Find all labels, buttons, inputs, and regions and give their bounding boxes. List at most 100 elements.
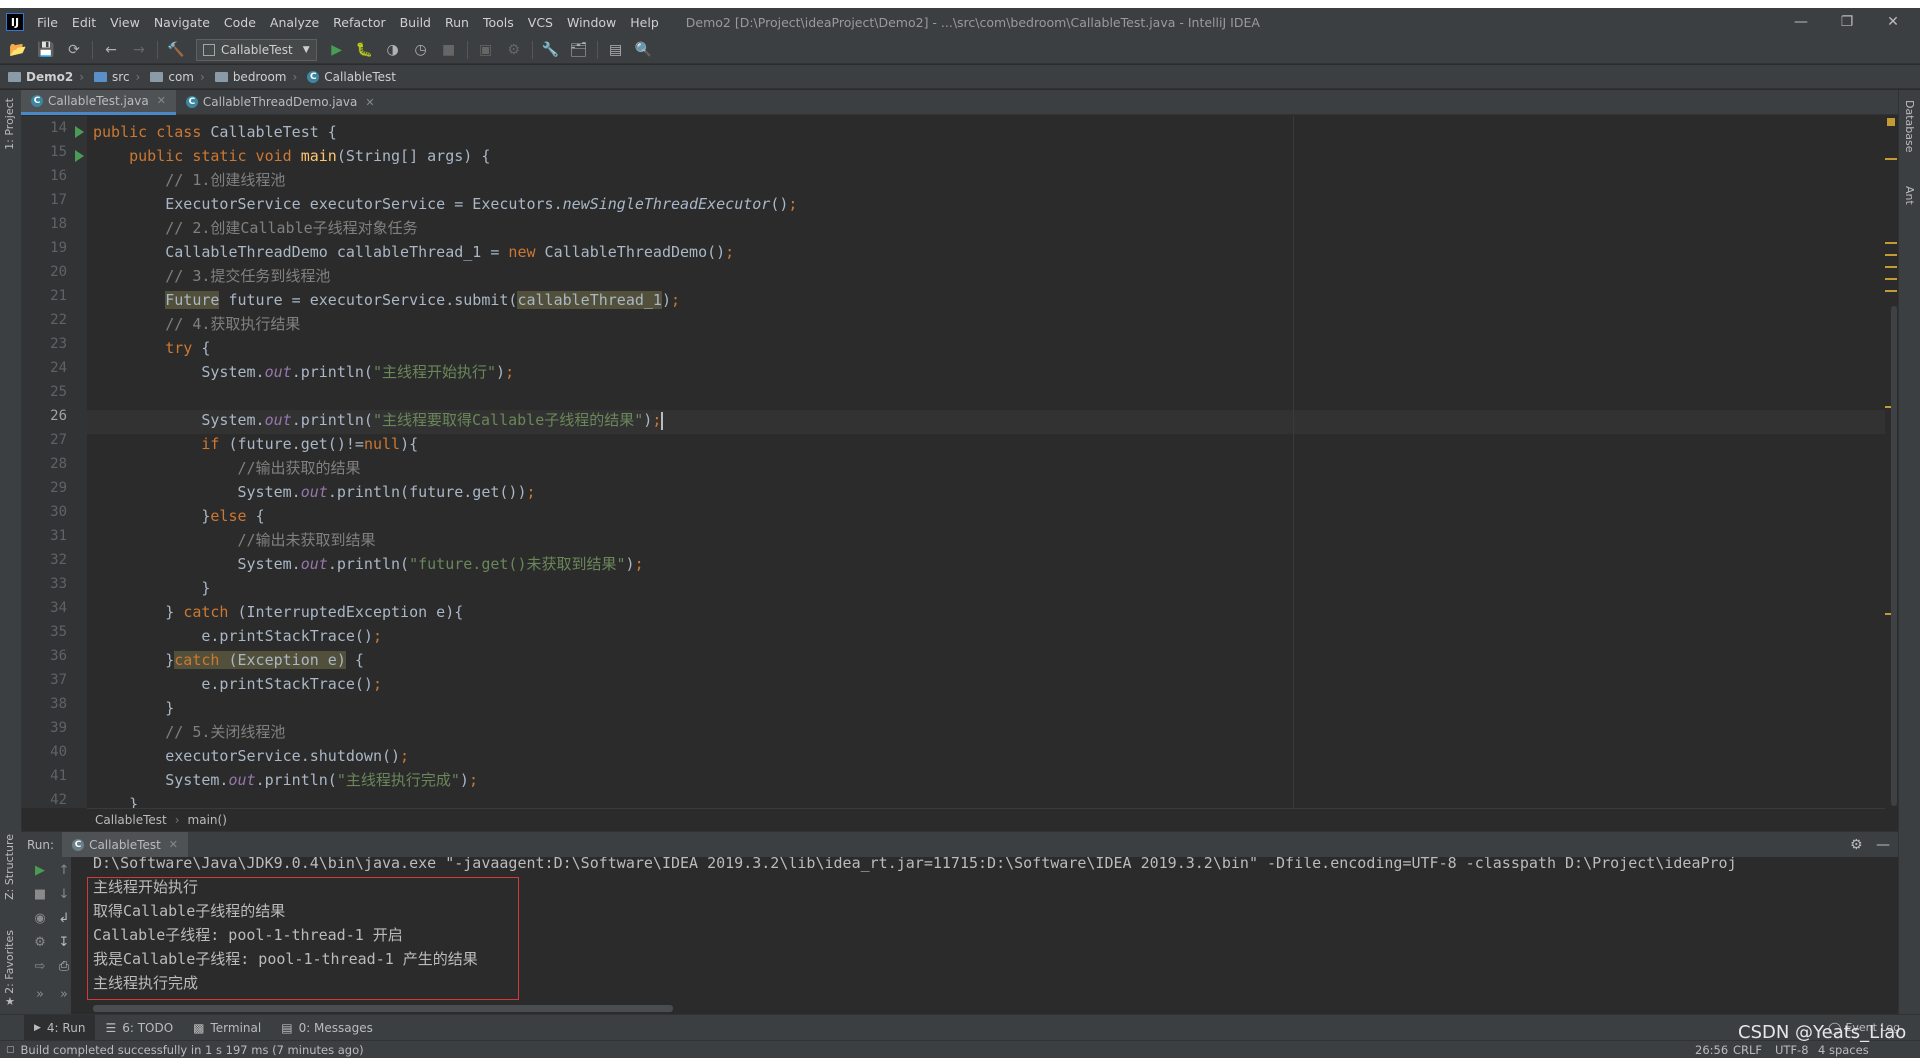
line-number: 27: [50, 432, 67, 448]
code-line: CallableThreadDemo callableThread_1 = ne…: [93, 243, 735, 261]
code-crumb-class[interactable]: CallableTest: [95, 813, 167, 827]
profile-icon[interactable]: ◷: [410, 39, 432, 61]
project-tool-button[interactable]: 1: Project: [3, 98, 16, 150]
warning-mark[interactable]: [1885, 278, 1897, 280]
status-message[interactable]: Build completed successfully in 1 s 197 …: [21, 1043, 364, 1057]
menu-file[interactable]: File: [30, 15, 65, 30]
code-line: }: [93, 699, 175, 717]
warning-mark[interactable]: [1885, 290, 1897, 292]
line-number: 36: [50, 648, 67, 664]
attach-debugger-icon[interactable]: ▣: [475, 39, 497, 61]
folder-icon: [94, 71, 108, 82]
tool-window-terminal[interactable]: ▩ Terminal: [183, 1015, 271, 1041]
forward-icon[interactable]: →: [128, 39, 150, 61]
minimize-icon[interactable]: —: [1778, 8, 1824, 36]
warning-mark[interactable]: [1885, 254, 1897, 256]
menu-edit[interactable]: Edit: [65, 15, 103, 30]
toolbar-separator: [596, 40, 598, 59]
class-icon: C: [307, 70, 320, 83]
run-gutter-icon[interactable]: [75, 126, 84, 138]
close-icon[interactable]: ✕: [169, 838, 178, 851]
search-icon[interactable]: 🔍: [633, 39, 655, 61]
run-with-coverage-icon[interactable]: ◑: [382, 39, 404, 61]
line-number: 29: [50, 480, 67, 496]
run-icon[interactable]: ▶: [326, 39, 348, 61]
tab-callablethreaddemo[interactable]: C CallableThreadDemo.java ✕: [176, 90, 385, 115]
save-all-icon[interactable]: 💾: [35, 39, 57, 61]
close-icon[interactable]: ✕: [365, 96, 374, 109]
run-tab-callabletest[interactable]: C CallableTest ✕: [62, 831, 188, 858]
menu-view[interactable]: View: [103, 15, 147, 30]
menu-refactor[interactable]: Refactor: [326, 15, 392, 30]
coverage-icon[interactable]: ⚙: [503, 39, 525, 61]
horizontal-scrollbar[interactable]: [93, 1005, 673, 1012]
breadcrumb-item-com[interactable]: com ›: [150, 70, 210, 84]
line-number: 23: [50, 336, 67, 352]
close-icon[interactable]: ✕: [1870, 8, 1916, 36]
open-folder-icon[interactable]: 📂: [7, 39, 29, 61]
build-hammer-icon[interactable]: 🔨: [165, 39, 187, 61]
line-number: 42: [50, 792, 67, 808]
warning-mark[interactable]: [1885, 158, 1897, 160]
tool-window-run[interactable]: ▶ 4: Run: [24, 1014, 96, 1041]
breadcrumb-item-class[interactable]: C CallableTest: [307, 70, 396, 84]
tab-label: CallableTest.java: [48, 93, 149, 108]
error-stripe[interactable]: [1885, 116, 1898, 808]
menu-run[interactable]: Run: [438, 15, 476, 30]
caret-position[interactable]: 26:56: [1695, 1043, 1728, 1057]
line-number: 32: [50, 552, 67, 568]
class-icon: C: [31, 94, 43, 107]
run-gutter-icon[interactable]: [75, 150, 84, 162]
breadcrumb-item-src[interactable]: src ›: [94, 70, 146, 84]
tool-window-messages[interactable]: ▤ 0: Messages: [271, 1015, 383, 1041]
line-separator[interactable]: CRLF: [1733, 1043, 1762, 1057]
database-tool-button[interactable]: Database: [1903, 100, 1916, 153]
code-crumb-method[interactable]: main(): [188, 813, 227, 827]
warning-indicator-icon[interactable]: [1887, 118, 1895, 126]
line-number: 16: [50, 168, 67, 184]
tab-callabletest[interactable]: C CallableTest.java ✕: [21, 89, 176, 115]
vertical-scrollbar[interactable]: [1891, 306, 1897, 806]
line-number: 19: [50, 240, 67, 256]
ant-tool-button[interactable]: Ant: [1903, 186, 1916, 205]
class-icon: C: [72, 838, 85, 851]
console-output[interactable]: D:\Software\Java\JDK9.0.4\bin\java.exe "…: [71, 857, 1898, 1014]
close-icon[interactable]: ✕: [157, 94, 166, 107]
code-line: }else {: [93, 507, 265, 525]
synchronize-icon[interactable]: ⟳: [63, 39, 85, 61]
debug-icon[interactable]: 🐛: [354, 39, 376, 61]
indent-setting[interactable]: 4 spaces: [1818, 1043, 1869, 1057]
menu-code[interactable]: Code: [217, 15, 263, 30]
warning-mark[interactable]: [1885, 242, 1897, 244]
terminal-icon: ▩: [193, 1020, 205, 1035]
menu-vcs[interactable]: VCS: [521, 15, 560, 30]
tool-window-label: Terminal: [210, 1020, 262, 1035]
menu-analyze[interactable]: Analyze: [263, 15, 326, 30]
settings-wrench-icon[interactable]: 🔧: [540, 39, 562, 61]
menu-help[interactable]: Help: [623, 15, 666, 30]
code-line: System.out.println("主线程执行完成");: [93, 771, 478, 789]
stop-icon[interactable]: ■: [438, 39, 460, 61]
menu-window[interactable]: Window: [560, 15, 623, 30]
editor-gutter[interactable]: 14 15 16 17 18 19 20 21 22 23 24 25 26 2…: [21, 116, 109, 808]
menu-build[interactable]: Build: [393, 15, 438, 30]
file-encoding[interactable]: UTF-8: [1775, 1043, 1809, 1057]
console-command-line: D:\Software\Java\JDK9.0.4\bin\java.exe "…: [93, 857, 1737, 872]
breadcrumb-item-bedroom[interactable]: bedroom ›: [214, 70, 303, 84]
presentation-icon[interactable]: ▤: [605, 39, 627, 61]
project-structure-icon[interactable]: 🗂: [568, 39, 590, 61]
tool-window-todo[interactable]: ☰ 6: TODO: [95, 1015, 183, 1041]
breadcrumb-item-project[interactable]: Demo2 ›: [8, 70, 90, 84]
run-configuration-select[interactable]: CallableTest ▼: [196, 38, 317, 61]
restore-icon[interactable]: ❐: [1824, 8, 1870, 36]
code-editor[interactable]: public class CallableTest { public stati…: [87, 116, 1885, 808]
menu-tools[interactable]: Tools: [476, 15, 521, 30]
gear-icon[interactable]: ⚙: [1850, 837, 1863, 853]
back-icon[interactable]: ←: [100, 39, 122, 61]
line-number: 20: [50, 264, 67, 280]
code-line: executorService.shutdown();: [93, 747, 410, 765]
warning-mark[interactable]: [1885, 266, 1897, 268]
hide-panel-icon[interactable]: —: [1876, 837, 1890, 853]
menu-navigate[interactable]: Navigate: [147, 15, 217, 30]
